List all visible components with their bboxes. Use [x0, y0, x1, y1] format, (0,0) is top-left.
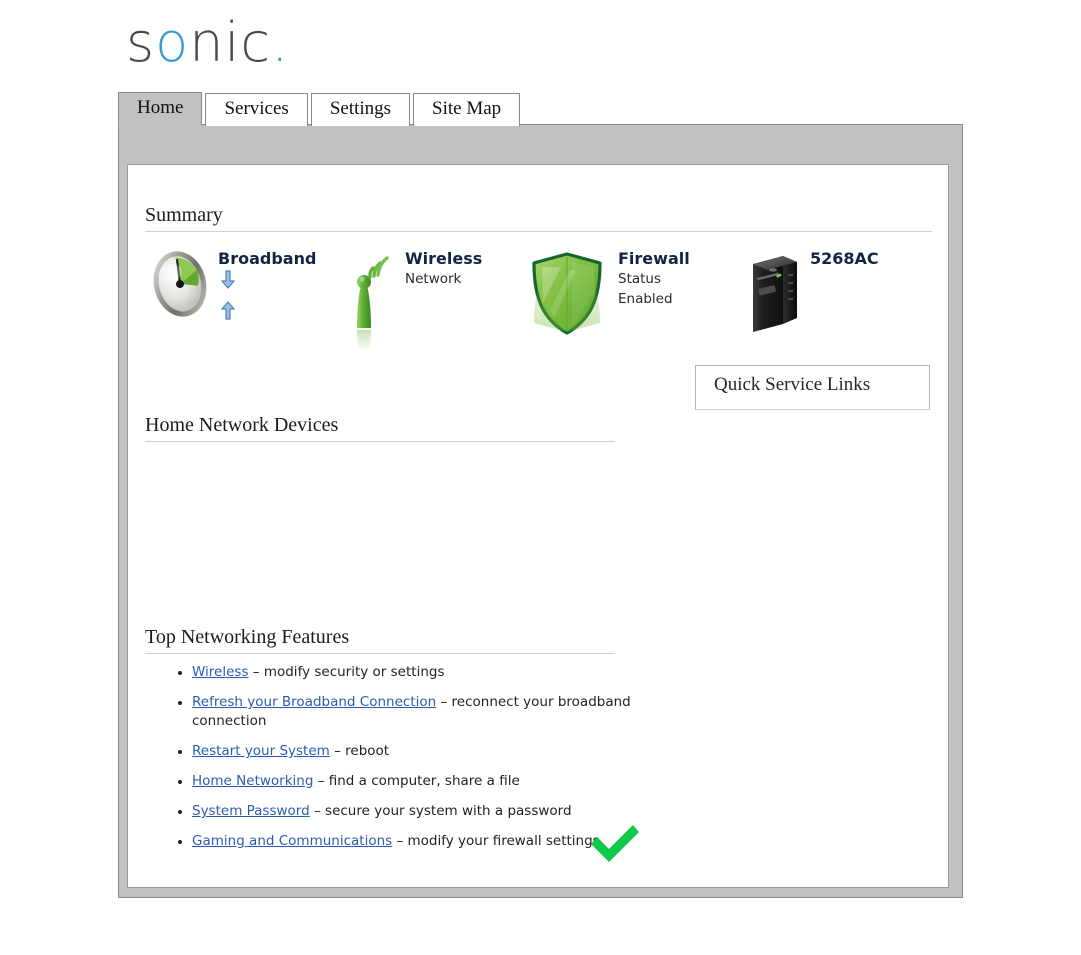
speedometer-gauge-icon — [149, 248, 211, 453]
broadband-traffic-arrows — [219, 270, 237, 330]
main-navigation-tabs: Home Services Settings Site Map — [118, 92, 523, 126]
logo-letter-s: s — [126, 11, 156, 74]
shield-icon — [528, 248, 606, 358]
list-item: Home Networking – find a computer, share… — [192, 772, 662, 791]
tab-home[interactable]: Home — [118, 92, 203, 126]
list-item: Wireless – modify security or settings — [192, 663, 662, 682]
home-network-devices-heading: Home Network Devices — [145, 414, 339, 436]
list-item: Refresh your Broadband Connection – reco… — [192, 693, 662, 731]
link-home-networking[interactable]: Home Networking — [192, 773, 313, 789]
summary-divider — [145, 231, 932, 232]
quick-service-links-panel[interactable]: Quick Service Links — [695, 365, 930, 428]
wireless-title: Wireless — [405, 249, 483, 268]
router-model-title: 5268AC — [810, 249, 879, 268]
quick-service-links-title: Quick Service Links — [714, 374, 871, 395]
firewall-status-label: Status — [618, 271, 662, 287]
feature-description: – find a computer, share a file — [313, 773, 520, 789]
router-admin-page: sonic. Home Services Settings Site Map S… — [0, 0, 1081, 955]
tab-settings[interactable]: Settings — [310, 93, 411, 126]
top-networking-features-divider — [145, 653, 615, 654]
arrow-up-icon — [221, 301, 235, 320]
feature-description: – modify your firewall settings — [392, 833, 600, 849]
link-wireless[interactable]: Wireless — [192, 664, 249, 680]
firewall-title: Firewall — [618, 249, 690, 268]
list-item: System Password – secure your system wit… — [192, 802, 662, 821]
feature-description: – reboot — [329, 743, 390, 759]
list-item: Gaming and Communications – modify your … — [192, 832, 662, 851]
router-device-icon — [745, 248, 807, 338]
tab-services[interactable]: Services — [205, 93, 308, 126]
home-network-devices-divider — [145, 441, 615, 442]
top-networking-features-list: Wireless – modify security or settings R… — [170, 663, 662, 862]
feature-description: – secure your system with a password — [309, 803, 572, 819]
link-gaming-communications[interactable]: Gaming and Communications — [192, 833, 392, 849]
link-restart-system[interactable]: Restart your System — [192, 743, 330, 759]
link-system-password[interactable]: System Password — [192, 803, 310, 819]
firewall-status-value: Enabled — [618, 291, 673, 307]
wireless-subtitle: Network — [405, 271, 462, 287]
tab-site-map[interactable]: Site Map — [413, 93, 521, 126]
sonic-logo: sonic. — [126, 16, 289, 70]
logo-letter-o: o — [155, 11, 190, 74]
arrow-down-icon — [221, 270, 235, 289]
logo-dot: . — [271, 11, 290, 74]
wireless-antenna-icon — [345, 248, 397, 353]
logo-letters-nic: nic — [189, 11, 272, 74]
quick-service-links-body — [696, 409, 929, 428]
summary-heading: Summary — [145, 204, 223, 226]
top-networking-features-heading: Top Networking Features — [145, 626, 350, 648]
list-item: Restart your System – reboot — [192, 742, 662, 761]
broadband-title: Broadband — [218, 249, 317, 268]
feature-description: – modify security or settings — [248, 664, 445, 680]
link-refresh-broadband[interactable]: Refresh your Broadband Connection — [192, 694, 436, 710]
